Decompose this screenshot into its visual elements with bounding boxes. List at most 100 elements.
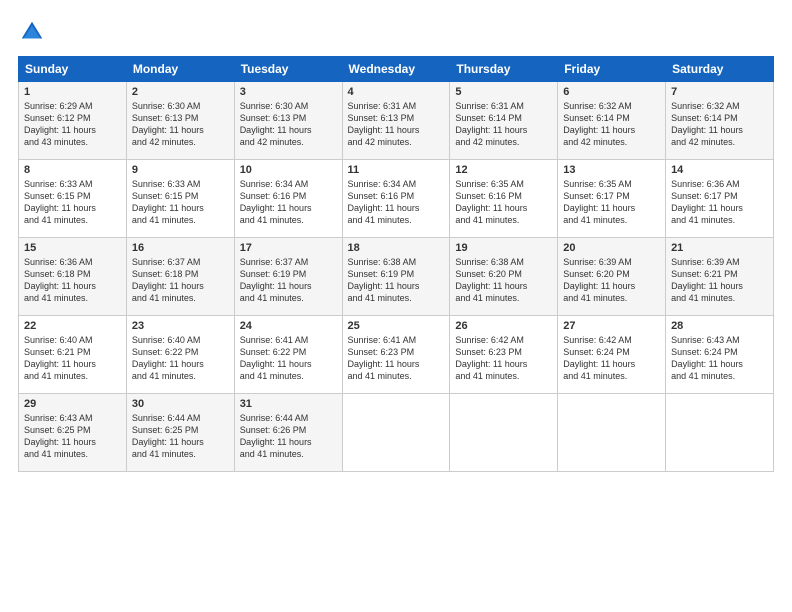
day-info: Sunrise: 6:37 AM Sunset: 6:18 PM Dayligh… — [132, 256, 229, 305]
logo — [18, 18, 50, 46]
day-number: 19 — [455, 242, 552, 254]
calendar-cell: 8 Sunrise: 6:33 AM Sunset: 6:15 PM Daylig… — [19, 160, 127, 238]
calendar-cell: 11 Sunrise: 6:34 AM Sunset: 6:16 PM Dayli… — [342, 160, 450, 238]
calendar-week-2: 8 Sunrise: 6:33 AM Sunset: 6:15 PM Daylig… — [19, 160, 774, 238]
day-info: Sunrise: 6:32 AM Sunset: 6:14 PM Dayligh… — [671, 100, 768, 149]
day-info: Sunrise: 6:41 AM Sunset: 6:22 PM Dayligh… — [240, 334, 337, 383]
day-number: 25 — [348, 320, 445, 332]
calendar-week-3: 15 Sunrise: 6:36 AM Sunset: 6:18 PM Dayli… — [19, 238, 774, 316]
calendar-body: 1 Sunrise: 6:29 AM Sunset: 6:12 PM Daylig… — [19, 82, 774, 472]
calendar-cell: 13 Sunrise: 6:35 AM Sunset: 6:17 PM Dayli… — [558, 160, 666, 238]
calendar-cell — [342, 394, 450, 472]
calendar-cell: 27 Sunrise: 6:42 AM Sunset: 6:24 PM Dayli… — [558, 316, 666, 394]
day-number: 21 — [671, 242, 768, 254]
calendar-cell: 28Sunrise: 6:43 AM Sunset: 6:24 PM Dayli… — [666, 316, 774, 394]
day-info: Sunrise: 6:32 AM Sunset: 6:14 PM Dayligh… — [563, 100, 660, 149]
day-info: Sunrise: 6:34 AM Sunset: 6:16 PM Dayligh… — [348, 178, 445, 227]
calendar-week-1: 1 Sunrise: 6:29 AM Sunset: 6:12 PM Daylig… — [19, 82, 774, 160]
calendar-cell: 22 Sunrise: 6:40 AM Sunset: 6:21 PM Dayli… — [19, 316, 127, 394]
day-number: 5 — [455, 86, 552, 98]
day-number: 15 — [24, 242, 121, 254]
day-number: 4 — [348, 86, 445, 98]
day-info: Sunrise: 6:40 AM Sunset: 6:22 PM Dayligh… — [132, 334, 229, 383]
calendar-cell: 1 Sunrise: 6:29 AM Sunset: 6:12 PM Daylig… — [19, 82, 127, 160]
calendar-cell: 25 Sunrise: 6:41 AM Sunset: 6:23 PM Dayli… — [342, 316, 450, 394]
day-header-monday: Monday — [126, 57, 234, 82]
calendar-cell — [450, 394, 558, 472]
day-info: Sunrise: 6:38 AM Sunset: 6:20 PM Dayligh… — [455, 256, 552, 305]
day-number: 23 — [132, 320, 229, 332]
day-number: 9 — [132, 164, 229, 176]
day-info: Sunrise: 6:39 AM Sunset: 6:21 PM Dayligh… — [671, 256, 768, 305]
day-number: 28 — [671, 320, 768, 332]
calendar-page: SundayMondayTuesdayWednesdayThursdayFrid… — [0, 0, 792, 612]
day-header-thursday: Thursday — [450, 57, 558, 82]
day-header-friday: Friday — [558, 57, 666, 82]
calendar-cell: 19 Sunrise: 6:38 AM Sunset: 6:20 PM Dayli… — [450, 238, 558, 316]
day-info: Sunrise: 6:29 AM Sunset: 6:12 PM Dayligh… — [24, 100, 121, 149]
calendar-cell: 7Sunrise: 6:32 AM Sunset: 6:14 PM Daylig… — [666, 82, 774, 160]
calendar-cell: 23 Sunrise: 6:40 AM Sunset: 6:22 PM Dayli… — [126, 316, 234, 394]
day-info: Sunrise: 6:35 AM Sunset: 6:16 PM Dayligh… — [455, 178, 552, 227]
calendar-week-5: 29 Sunrise: 6:43 AM Sunset: 6:25 PM Dayli… — [19, 394, 774, 472]
day-number: 14 — [671, 164, 768, 176]
calendar-header-row: SundayMondayTuesdayWednesdayThursdayFrid… — [19, 57, 774, 82]
calendar-cell: 12 Sunrise: 6:35 AM Sunset: 6:16 PM Dayli… — [450, 160, 558, 238]
day-info: Sunrise: 6:31 AM Sunset: 6:14 PM Dayligh… — [455, 100, 552, 149]
calendar-cell: 2 Sunrise: 6:30 AM Sunset: 6:13 PM Daylig… — [126, 82, 234, 160]
day-info: Sunrise: 6:33 AM Sunset: 6:15 PM Dayligh… — [24, 178, 121, 227]
calendar-cell: 6Sunrise: 6:32 AM Sunset: 6:14 PM Daylig… — [558, 82, 666, 160]
day-number: 20 — [563, 242, 660, 254]
day-number: 29 — [24, 398, 121, 410]
day-info: Sunrise: 6:44 AM Sunset: 6:25 PM Dayligh… — [132, 412, 229, 461]
day-info: Sunrise: 6:43 AM Sunset: 6:25 PM Dayligh… — [24, 412, 121, 461]
calendar-cell: 18Sunrise: 6:38 AM Sunset: 6:19 PM Dayli… — [342, 238, 450, 316]
day-number: 16 — [132, 242, 229, 254]
day-info: Sunrise: 6:41 AM Sunset: 6:23 PM Dayligh… — [348, 334, 445, 383]
day-header-tuesday: Tuesday — [234, 57, 342, 82]
day-number: 31 — [240, 398, 337, 410]
day-number: 11 — [348, 164, 445, 176]
day-info: Sunrise: 6:42 AM Sunset: 6:24 PM Dayligh… — [563, 334, 660, 383]
day-number: 30 — [132, 398, 229, 410]
day-number: 22 — [24, 320, 121, 332]
day-number: 12 — [455, 164, 552, 176]
calendar-cell: 4 Sunrise: 6:31 AM Sunset: 6:13 PM Daylig… — [342, 82, 450, 160]
day-number: 13 — [563, 164, 660, 176]
day-number: 2 — [132, 86, 229, 98]
logo-icon — [18, 18, 46, 46]
day-number: 8 — [24, 164, 121, 176]
day-number: 10 — [240, 164, 337, 176]
day-info: Sunrise: 6:36 AM Sunset: 6:17 PM Dayligh… — [671, 178, 768, 227]
calendar-cell: 5 Sunrise: 6:31 AM Sunset: 6:14 PM Daylig… — [450, 82, 558, 160]
calendar-cell: 9Sunrise: 6:33 AM Sunset: 6:15 PM Daylig… — [126, 160, 234, 238]
day-info: Sunrise: 6:31 AM Sunset: 6:13 PM Dayligh… — [348, 100, 445, 149]
calendar-cell: 10Sunrise: 6:34 AM Sunset: 6:16 PM Dayli… — [234, 160, 342, 238]
day-number: 1 — [24, 86, 121, 98]
day-info: Sunrise: 6:30 AM Sunset: 6:13 PM Dayligh… — [240, 100, 337, 149]
day-number: 26 — [455, 320, 552, 332]
calendar-cell: 26Sunrise: 6:42 AM Sunset: 6:23 PM Dayli… — [450, 316, 558, 394]
day-info: Sunrise: 6:30 AM Sunset: 6:13 PM Dayligh… — [132, 100, 229, 149]
day-info: Sunrise: 6:37 AM Sunset: 6:19 PM Dayligh… — [240, 256, 337, 305]
day-info: Sunrise: 6:40 AM Sunset: 6:21 PM Dayligh… — [24, 334, 121, 383]
calendar-cell: 30 Sunrise: 6:44 AM Sunset: 6:25 PM Dayli… — [126, 394, 234, 472]
day-number: 27 — [563, 320, 660, 332]
calendar-week-4: 22 Sunrise: 6:40 AM Sunset: 6:21 PM Dayli… — [19, 316, 774, 394]
day-info: Sunrise: 6:36 AM Sunset: 6:18 PM Dayligh… — [24, 256, 121, 305]
calendar-cell: 24Sunrise: 6:41 AM Sunset: 6:22 PM Dayli… — [234, 316, 342, 394]
calendar-cell: 14 Sunrise: 6:36 AM Sunset: 6:17 PM Dayli… — [666, 160, 774, 238]
calendar-cell: 15 Sunrise: 6:36 AM Sunset: 6:18 PM Dayli… — [19, 238, 127, 316]
page-header — [18, 18, 774, 46]
calendar-cell — [666, 394, 774, 472]
calendar-cell: 16 Sunrise: 6:37 AM Sunset: 6:18 PM Dayli… — [126, 238, 234, 316]
day-header-saturday: Saturday — [666, 57, 774, 82]
calendar-cell: 20 Sunrise: 6:39 AM Sunset: 6:20 PM Dayli… — [558, 238, 666, 316]
day-number: 3 — [240, 86, 337, 98]
day-header-wednesday: Wednesday — [342, 57, 450, 82]
day-info: Sunrise: 6:39 AM Sunset: 6:20 PM Dayligh… — [563, 256, 660, 305]
day-info: Sunrise: 6:44 AM Sunset: 6:26 PM Dayligh… — [240, 412, 337, 461]
calendar-table: SundayMondayTuesdayWednesdayThursdayFrid… — [18, 56, 774, 472]
day-info: Sunrise: 6:35 AM Sunset: 6:17 PM Dayligh… — [563, 178, 660, 227]
day-header-sunday: Sunday — [19, 57, 127, 82]
